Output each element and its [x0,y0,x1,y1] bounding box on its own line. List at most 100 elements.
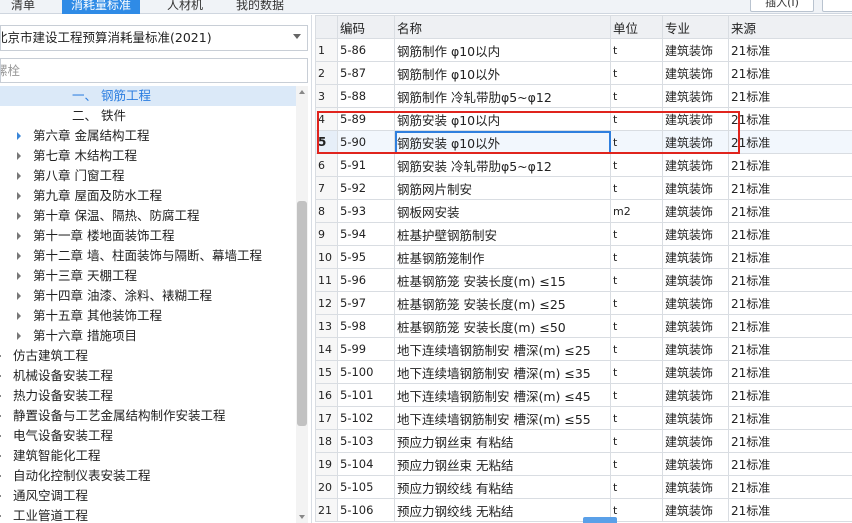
row-index[interactable]: 2 [315,61,338,85]
cell-source[interactable]: 21标准 [728,498,852,522]
cell-name[interactable]: 桩基钢筋笼 安装长度(m) ≤25 [394,291,611,315]
tab-my-data[interactable]: 我的数据 [222,0,298,14]
chevron-right-icon[interactable] [17,312,21,320]
table-row[interactable]: 1 5-86 钢筋制作 φ10以内 t 建筑装饰 21标准 [315,38,852,62]
row-index[interactable]: 19 [315,452,338,476]
cell-major[interactable]: 建筑装饰 [662,268,729,292]
cell-major[interactable]: 建筑装饰 [662,176,729,200]
header-code[interactable]: 编码 [337,15,395,39]
cell-unit[interactable]: t [610,498,663,522]
table-row[interactable]: 3 5-88 钢筋制作 冷轧带肋φ5~φ12 t 建筑装饰 21标准 [315,84,852,108]
cell-unit[interactable]: t [610,291,663,315]
row-index[interactable]: 21 [315,498,338,522]
chevron-right-icon[interactable] [17,232,21,240]
cell-major[interactable]: 建筑装饰 [662,429,729,453]
cell-source[interactable]: 21标准 [728,84,852,108]
standard-select[interactable]: 北京市建设工程预算消耗量标准(2021) [0,25,308,51]
cell-code[interactable]: 5-94 [337,222,395,246]
cell-name[interactable]: 钢板网安装 [394,199,611,223]
cell-name[interactable]: 钢筋制作 φ10以内 [394,38,611,62]
cell-source[interactable]: 21标准 [728,268,852,292]
tree-item[interactable]: 第六章 金属结构工程 [0,126,296,146]
cell-major[interactable]: 建筑装饰 [662,498,729,522]
tree-item[interactable]: 电气设备安装工程 [0,426,296,446]
tree-item[interactable]: 热力设备安装工程 [0,386,296,406]
cell-major[interactable]: 建筑装饰 [662,291,729,315]
cell-unit[interactable]: t [610,268,663,292]
cell-major[interactable]: 建筑装饰 [662,314,729,338]
cell-unit[interactable]: t [610,84,663,108]
cell-major[interactable]: 建筑装饰 [662,406,729,430]
tree-item[interactable]: 机械设备安装工程 [0,366,296,386]
tree-item[interactable]: 静置设备与工艺金属结构制作安装工程 [0,406,296,426]
cell-name[interactable]: 桩基钢筋笼制作 [394,245,611,269]
cell-name[interactable]: 地下连续墙钢筋制安 槽深(m) ≤35 [394,360,611,384]
row-index[interactable]: 18 [315,429,338,453]
cell-major[interactable]: 建筑装饰 [662,383,729,407]
row-index[interactable]: 4 [315,107,338,131]
cell-unit[interactable]: t [610,406,663,430]
row-index[interactable]: 6 [315,153,338,177]
cell-source[interactable]: 21标准 [728,107,852,131]
chevron-down-icon[interactable] [293,34,301,39]
cell-name[interactable]: 预应力钢绞线 有粘结 [394,475,611,499]
cell-major[interactable]: 建筑装饰 [662,452,729,476]
row-index[interactable]: 11 [315,268,338,292]
tree-item[interactable]: 第十章 保温、隔热、防腐工程 [0,206,296,226]
cell-source[interactable]: 21标准 [728,475,852,499]
cell-name[interactable]: 预应力钢绞线 无粘结 [394,498,611,522]
cell-source[interactable]: 21标准 [728,38,852,62]
tree-scrollbar[interactable] [296,86,308,523]
cell-code[interactable]: 5-95 [337,245,395,269]
tree-item[interactable]: 仿古建筑工程 [0,346,296,366]
cell-code[interactable]: 5-99 [337,337,395,361]
cell-code[interactable]: 5-97 [337,291,395,315]
cell-name[interactable]: 钢筋安装 φ10以外 [394,130,611,154]
row-index[interactable]: 3 [315,84,338,108]
table-row[interactable]: 16 5-101 地下连续墙钢筋制安 槽深(m) ≤45 t 建筑装饰 21标准 [315,383,852,407]
cell-source[interactable]: 21标准 [728,61,852,85]
cell-source[interactable]: 21标准 [728,130,852,154]
cell-code[interactable]: 5-104 [337,452,395,476]
cell-unit[interactable]: t [610,61,663,85]
cell-name[interactable]: 桩基护壁钢筋制安 [394,222,611,246]
row-index[interactable]: 9 [315,222,338,246]
tree-item[interactable]: 第十一章 楼地面装饰工程 [0,226,296,246]
cell-code[interactable]: 5-88 [337,84,395,108]
table-row[interactable]: 14 5-99 地下连续墙钢筋制安 槽深(m) ≤25 t 建筑装饰 21标准 [315,337,852,361]
table-row[interactable]: 12 5-97 桩基钢筋笼 安装长度(m) ≤25 t 建筑装饰 21标准 [315,291,852,315]
cell-unit[interactable]: t [610,176,663,200]
cell-source[interactable]: 21标准 [728,176,852,200]
table-row[interactable]: 4 5-89 钢筋安装 φ10以内 t 建筑装饰 21标准 [315,107,852,131]
cell-unit[interactable]: t [610,222,663,246]
cell-unit[interactable]: t [610,337,663,361]
cell-name[interactable]: 桩基钢筋笼 安装长度(m) ≤50 [394,314,611,338]
cell-source[interactable]: 21标准 [728,452,852,476]
cell-unit[interactable]: t [610,475,663,499]
scroll-up-icon[interactable] [299,90,305,94]
row-index[interactable]: 13 [315,314,338,338]
row-index[interactable]: 1 [315,38,338,62]
tree-item[interactable]: 第九章 屋面及防水工程 [0,186,296,206]
cell-name[interactable]: 钢筋制作 冷轧带肋φ5~φ12 [394,84,611,108]
cell-name[interactable]: 地下连续墙钢筋制安 槽深(m) ≤25 [394,337,611,361]
scroll-thumb[interactable] [297,201,307,426]
cell-major[interactable]: 建筑装饰 [662,107,729,131]
chevron-right-icon[interactable] [17,152,21,160]
tab-consumption-standard[interactable]: 消耗量标准 [62,0,140,14]
table-row[interactable]: 5 5-90 钢筋安装 φ10以外 t 建筑装饰 21标准 [315,130,852,154]
header-name[interactable]: 名称 [394,15,611,39]
cell-code[interactable]: 5-102 [337,406,395,430]
tree-item[interactable]: 一、 钢筋工程 [0,86,296,106]
row-index[interactable]: 17 [315,406,338,430]
table-row[interactable]: 18 5-103 预应力钢丝束 有粘结 t 建筑装饰 21标准 [315,429,852,453]
cell-code[interactable]: 5-93 [337,199,395,223]
panel-collapse-handle[interactable] [583,517,617,523]
table-row[interactable]: 8 5-93 钢板网安装 m2 建筑装饰 21标准 [315,199,852,223]
chevron-right-icon[interactable] [17,172,21,180]
row-index[interactable]: 20 [315,475,338,499]
row-index[interactable]: 7 [315,176,338,200]
cell-code[interactable]: 5-87 [337,61,395,85]
cell-source[interactable]: 21标准 [728,153,852,177]
cell-source[interactable]: 21标准 [728,429,852,453]
